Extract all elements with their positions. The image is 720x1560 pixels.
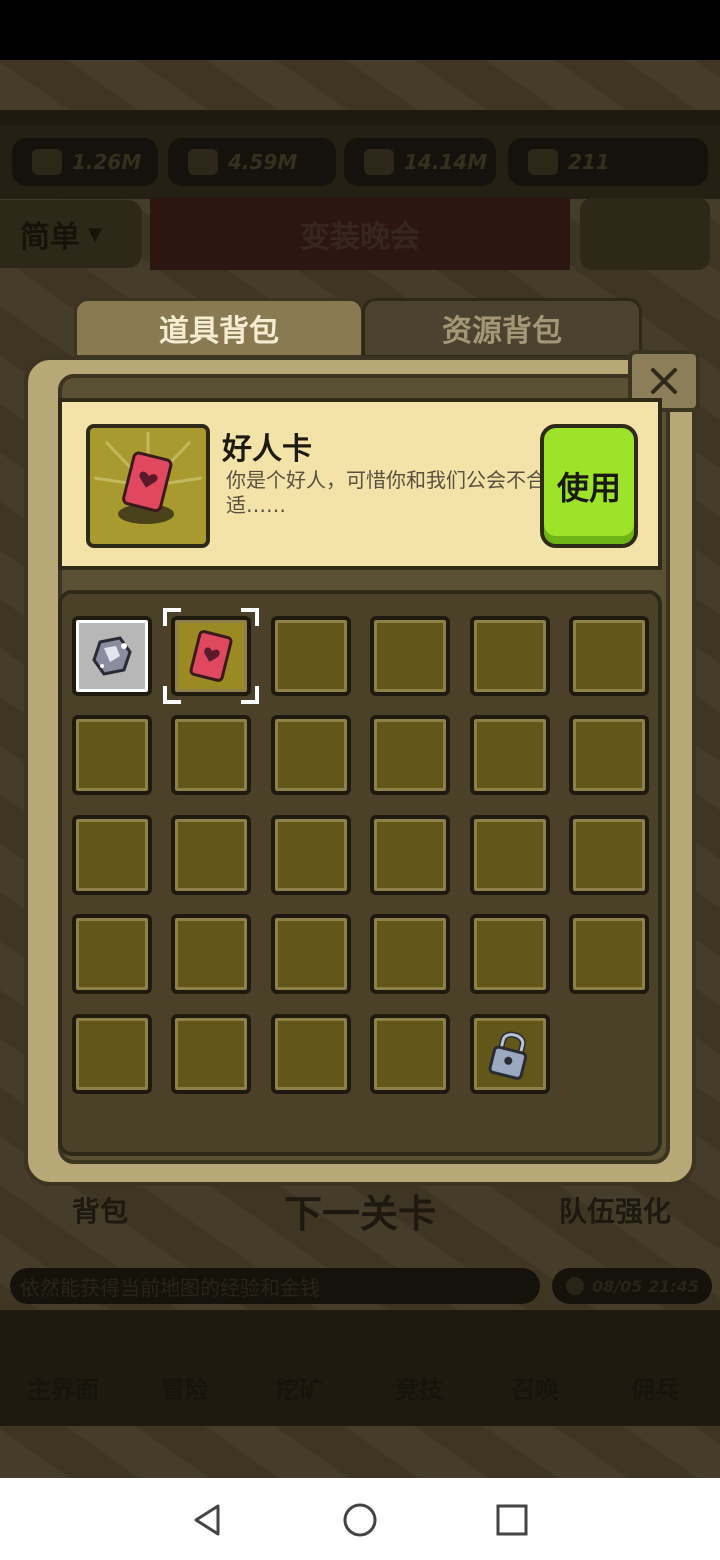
inventory-slot[interactable] — [171, 715, 251, 795]
inventory-slot[interactable] — [569, 616, 649, 696]
inventory-slot[interactable] — [72, 1014, 152, 1094]
status-bar — [0, 0, 720, 60]
inventory-slot[interactable] — [171, 1014, 251, 1094]
inventory-slot[interactable] — [171, 815, 251, 895]
inventory-slot[interactable] — [271, 815, 351, 895]
inventory-slot[interactable] — [569, 715, 649, 795]
inventory-slot[interactable] — [271, 914, 351, 994]
item-description: 你是个好人，可惜你和我们公会不合适…… — [226, 468, 546, 517]
inventory-slot[interactable] — [370, 1014, 450, 1094]
inventory-slot[interactable] — [470, 815, 550, 895]
inventory-slot[interactable] — [470, 715, 550, 795]
inventory-slot[interactable] — [171, 914, 251, 994]
inventory-slot[interactable] — [72, 914, 152, 994]
inventory-slot[interactable] — [370, 815, 450, 895]
inventory-slot[interactable] — [470, 616, 550, 696]
inventory-slot[interactable] — [370, 914, 450, 994]
selection-bracket — [241, 686, 259, 704]
selection-bracket — [241, 608, 259, 626]
inventory-slot[interactable] — [271, 616, 351, 696]
inventory-slot[interactable] — [370, 616, 450, 696]
inventory-slot[interactable] — [271, 715, 351, 795]
inventory-slot[interactable] — [370, 715, 450, 795]
silver-ore-icon — [76, 620, 148, 692]
selection-bracket — [163, 608, 181, 626]
recents-icon[interactable] — [490, 1498, 534, 1542]
back-icon[interactable] — [186, 1498, 230, 1542]
selection-bracket — [163, 686, 181, 704]
item-detail-icon-frame — [86, 424, 210, 548]
inventory-slot[interactable] — [569, 815, 649, 895]
padlock-icon — [474, 1018, 546, 1090]
inventory-slot[interactable] — [72, 715, 152, 795]
system-nav-bar — [0, 1478, 720, 1560]
locked-slot[interactable] — [470, 1014, 550, 1094]
inventory-slot[interactable] — [470, 914, 550, 994]
inventory-slot[interactable] — [171, 616, 251, 696]
tab-resource-bag[interactable]: 资源背包 — [362, 298, 642, 358]
item-name: 好人卡 — [222, 432, 312, 467]
home-icon[interactable] — [338, 1498, 382, 1542]
inventory-slot[interactable] — [569, 914, 649, 994]
tab-item-bag[interactable]: 道具背包 — [74, 298, 364, 358]
close-icon — [651, 368, 677, 394]
item-detail: 好人卡 你是个好人，可惜你和我们公会不合适…… 使用 — [58, 398, 662, 570]
inventory-slot[interactable] — [271, 1014, 351, 1094]
heart-card-icon — [93, 432, 203, 524]
heart-card-icon — [175, 620, 247, 692]
inventory-slot[interactable] — [72, 616, 152, 696]
inventory-slot[interactable] — [72, 815, 152, 895]
use-button[interactable]: 使用 — [540, 424, 638, 548]
